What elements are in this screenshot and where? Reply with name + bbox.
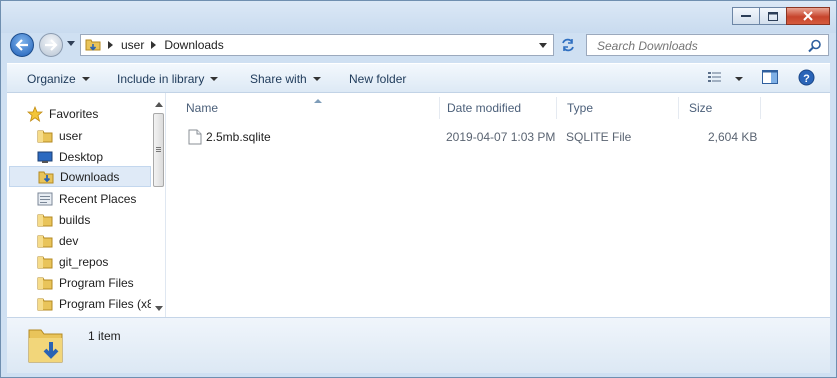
scroll-down-icon[interactable] bbox=[155, 306, 163, 311]
chevron-down-icon bbox=[210, 76, 219, 81]
sidebar-item-downloads[interactable]: Downloads bbox=[9, 166, 151, 187]
document-file-icon bbox=[188, 129, 202, 145]
breadcrumb: user Downloads bbox=[101, 38, 224, 52]
forward-arrow-icon[interactable] bbox=[39, 33, 63, 57]
minimize-icon[interactable] bbox=[732, 7, 760, 25]
folder-icon bbox=[37, 233, 53, 249]
address-bar[interactable]: user Downloads bbox=[80, 34, 554, 56]
organize-label: Organize bbox=[27, 71, 76, 86]
search-input[interactable] bbox=[595, 38, 799, 54]
column-header-size[interactable]: Size bbox=[679, 97, 761, 119]
title-bar bbox=[1, 1, 836, 33]
close-icon[interactable] bbox=[786, 7, 830, 25]
sidebar-item-label: Favorites bbox=[49, 106, 99, 121]
refresh-icon[interactable] bbox=[557, 35, 579, 55]
new-folder-label: New folder bbox=[349, 71, 407, 86]
navigation-pane: Favorites user Desktop Downloads Recent bbox=[7, 93, 166, 317]
explorer-window: user Downloads Organize Include in libra… bbox=[0, 0, 837, 378]
navigation-bar: user Downloads bbox=[1, 31, 836, 59]
sidebar-item-label: Recent Places bbox=[59, 191, 137, 206]
file-list: Name Date modified Type Size 2.5mb.sqlit… bbox=[166, 93, 830, 317]
breadcrumb-item-user[interactable]: user bbox=[121, 38, 144, 52]
sidebar-item-program-files-x86[interactable]: Program Files (x8 bbox=[37, 293, 151, 314]
desktop-icon bbox=[37, 149, 53, 165]
downloads-folder-icon bbox=[38, 169, 54, 185]
item-count: 1 item bbox=[88, 329, 121, 343]
sidebar-item-label: dev bbox=[59, 233, 79, 248]
sidebar-scrollbar[interactable] bbox=[152, 97, 166, 315]
sidebar-item-label: builds bbox=[59, 212, 91, 227]
file-name-cell[interactable]: 2.5mb.sqlite bbox=[188, 129, 271, 145]
breadcrumb-item-downloads[interactable]: Downloads bbox=[164, 38, 223, 52]
organize-button[interactable]: Organize bbox=[27, 64, 90, 93]
type-cell: SQLITE File bbox=[566, 130, 632, 144]
sidebar-item-label: Program Files (x8 bbox=[59, 296, 151, 311]
column-header-date-modified[interactable]: Date modified bbox=[437, 97, 557, 119]
downloads-folder-icon bbox=[27, 324, 65, 369]
recent-places-icon bbox=[37, 191, 53, 207]
sidebar-item-label: git_repos bbox=[59, 254, 109, 269]
size-cell: 2,604 KB bbox=[708, 130, 758, 144]
folder-icon bbox=[37, 128, 53, 144]
sidebar-item-favorites[interactable]: Favorites bbox=[27, 103, 169, 124]
share-with-button[interactable]: Share with bbox=[250, 64, 321, 93]
view-options-icon bbox=[707, 71, 723, 86]
star-icon bbox=[27, 105, 43, 122]
chevron-down-icon bbox=[735, 76, 743, 81]
include-in-library-label: Include in library bbox=[117, 71, 205, 86]
recent-pages-dropdown[interactable] bbox=[67, 41, 75, 46]
column-header-name[interactable]: Name bbox=[176, 97, 440, 119]
help-icon: ? bbox=[798, 69, 815, 89]
breadcrumb-separator-icon[interactable] bbox=[151, 41, 157, 49]
scrollbar-thumb[interactable] bbox=[153, 113, 164, 187]
include-in-library-button[interactable]: Include in library bbox=[117, 64, 219, 93]
folder-icon bbox=[85, 36, 101, 55]
sidebar-item-label: Downloads bbox=[60, 169, 120, 184]
change-view-button[interactable] bbox=[707, 64, 743, 93]
folder-icon bbox=[37, 275, 53, 291]
svg-text:?: ? bbox=[803, 73, 810, 85]
chevron-down-icon bbox=[312, 76, 321, 81]
chevron-down-icon bbox=[81, 76, 90, 81]
share-with-label: Share with bbox=[250, 71, 307, 86]
folder-icon bbox=[37, 296, 53, 312]
new-folder-button[interactable]: New folder bbox=[349, 64, 406, 93]
folder-icon bbox=[37, 254, 53, 270]
column-header-label: Type bbox=[567, 101, 594, 115]
column-header-label: Name bbox=[186, 101, 219, 115]
column-header-label: Date modified bbox=[447, 101, 522, 115]
sidebar-item-label: Program Files bbox=[59, 275, 134, 290]
date-modified-cell: 2019-04-07 1:03 PM bbox=[446, 130, 556, 144]
back-arrow-icon[interactable] bbox=[10, 33, 34, 57]
scroll-up-icon[interactable] bbox=[155, 102, 163, 107]
preview-pane-button[interactable] bbox=[762, 64, 778, 93]
breadcrumb-separator-icon[interactable] bbox=[108, 41, 113, 49]
column-header-label: Size bbox=[689, 101, 713, 115]
address-dropdown-icon[interactable] bbox=[539, 43, 547, 48]
help-button[interactable]: ? bbox=[798, 64, 815, 93]
maximize-icon[interactable] bbox=[759, 7, 787, 25]
details-pane: 1 item bbox=[7, 317, 830, 373]
search-icon[interactable] bbox=[808, 39, 822, 56]
folder-icon bbox=[37, 212, 53, 228]
sidebar-item-label: user bbox=[59, 128, 83, 143]
column-header-type[interactable]: Type bbox=[557, 97, 679, 119]
search-box[interactable] bbox=[586, 34, 829, 56]
sort-ascending-icon bbox=[314, 99, 322, 103]
preview-pane-icon bbox=[762, 70, 778, 87]
sidebar-item-label: Desktop bbox=[59, 149, 104, 164]
command-bar: Organize Include in library Share with N… bbox=[7, 63, 830, 93]
file-name-label: 2.5mb.sqlite bbox=[206, 130, 271, 144]
